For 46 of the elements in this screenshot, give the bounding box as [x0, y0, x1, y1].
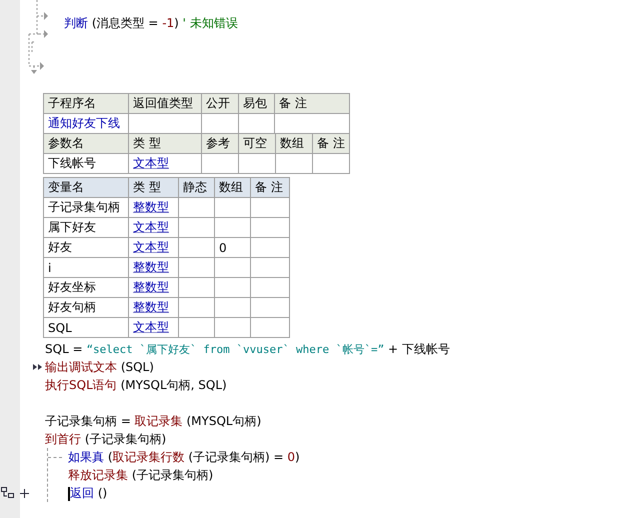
table-cell: 整数型 — [133, 260, 169, 274]
column-header: 备 注 — [279, 96, 307, 110]
column-header: 参数名 — [48, 136, 84, 150]
column-header: 返回值类型 — [133, 96, 193, 110]
table-cell: 好友 — [48, 240, 72, 254]
column-header: 备 注 — [255, 180, 283, 194]
tree-fold-icon[interactable] — [1, 487, 15, 499]
table-cell: 下线帐号 — [48, 156, 96, 170]
column-header: 类 型 — [133, 136, 161, 150]
code-line: 如果真 (取记录集行数 (子记录集句柄) = 0) — [68, 449, 300, 465]
column-header: 类 型 — [133, 180, 161, 194]
table-cell: 文本型 — [133, 156, 169, 170]
table-cell: 通知好友下线 — [48, 116, 120, 130]
table-cell: 文本型 — [133, 240, 169, 254]
table-cell: 好友坐标 — [48, 280, 96, 294]
table-cell: 好友句柄 — [48, 300, 96, 314]
table-cell: 0 — [219, 240, 227, 254]
table-cell: 整数型 — [133, 300, 169, 314]
code-line: 判断 (消息类型 = -1) ' 未知错误 — [64, 15, 238, 31]
plus-icon[interactable] — [20, 488, 29, 498]
code-line: 返回 () — [68, 485, 108, 501]
column-header: 变量名 — [48, 180, 84, 194]
column-header: 数组 — [219, 180, 243, 194]
column-header: 公开 — [206, 96, 230, 110]
column-header: 易包 — [243, 96, 267, 110]
code-line: 子记录集句柄 = 取记录集 (MYSQL句柄) — [45, 413, 262, 429]
column-header: 数组 — [280, 136, 304, 150]
code-line: 释放记录集 (子记录集句柄) — [68, 467, 214, 483]
table-cell: 文本型 — [133, 320, 169, 334]
table-cell: 整数型 — [133, 280, 169, 294]
table-cell: 子记录集句柄 — [48, 200, 120, 214]
table-cell: 文本型 — [133, 220, 169, 234]
column-header: 参考 — [206, 136, 230, 150]
table-cell: SQL — [48, 320, 72, 334]
column-header: 备 注 — [317, 136, 345, 150]
table-cell: 整数型 — [133, 200, 169, 214]
table-cell: i — [48, 260, 52, 274]
code-line: SQL = “select `属下好友` from `vvuser` where `帐号`=” + 下线帐号 — [45, 340, 450, 358]
column-header: 可空 — [243, 136, 267, 150]
column-header: 静态 — [183, 180, 207, 194]
code-line: 执行SQL语句 (MYSQL句柄, SQL) — [45, 377, 227, 393]
table-cell: 属下好友 — [48, 220, 96, 234]
code-line: 输出调试文本 (SQL) — [45, 359, 154, 375]
column-header: 子程序名 — [48, 96, 96, 110]
double-arrow-icon[interactable] — [33, 364, 42, 370]
code-line: 到首行 (子记录集句柄) — [45, 431, 166, 447]
